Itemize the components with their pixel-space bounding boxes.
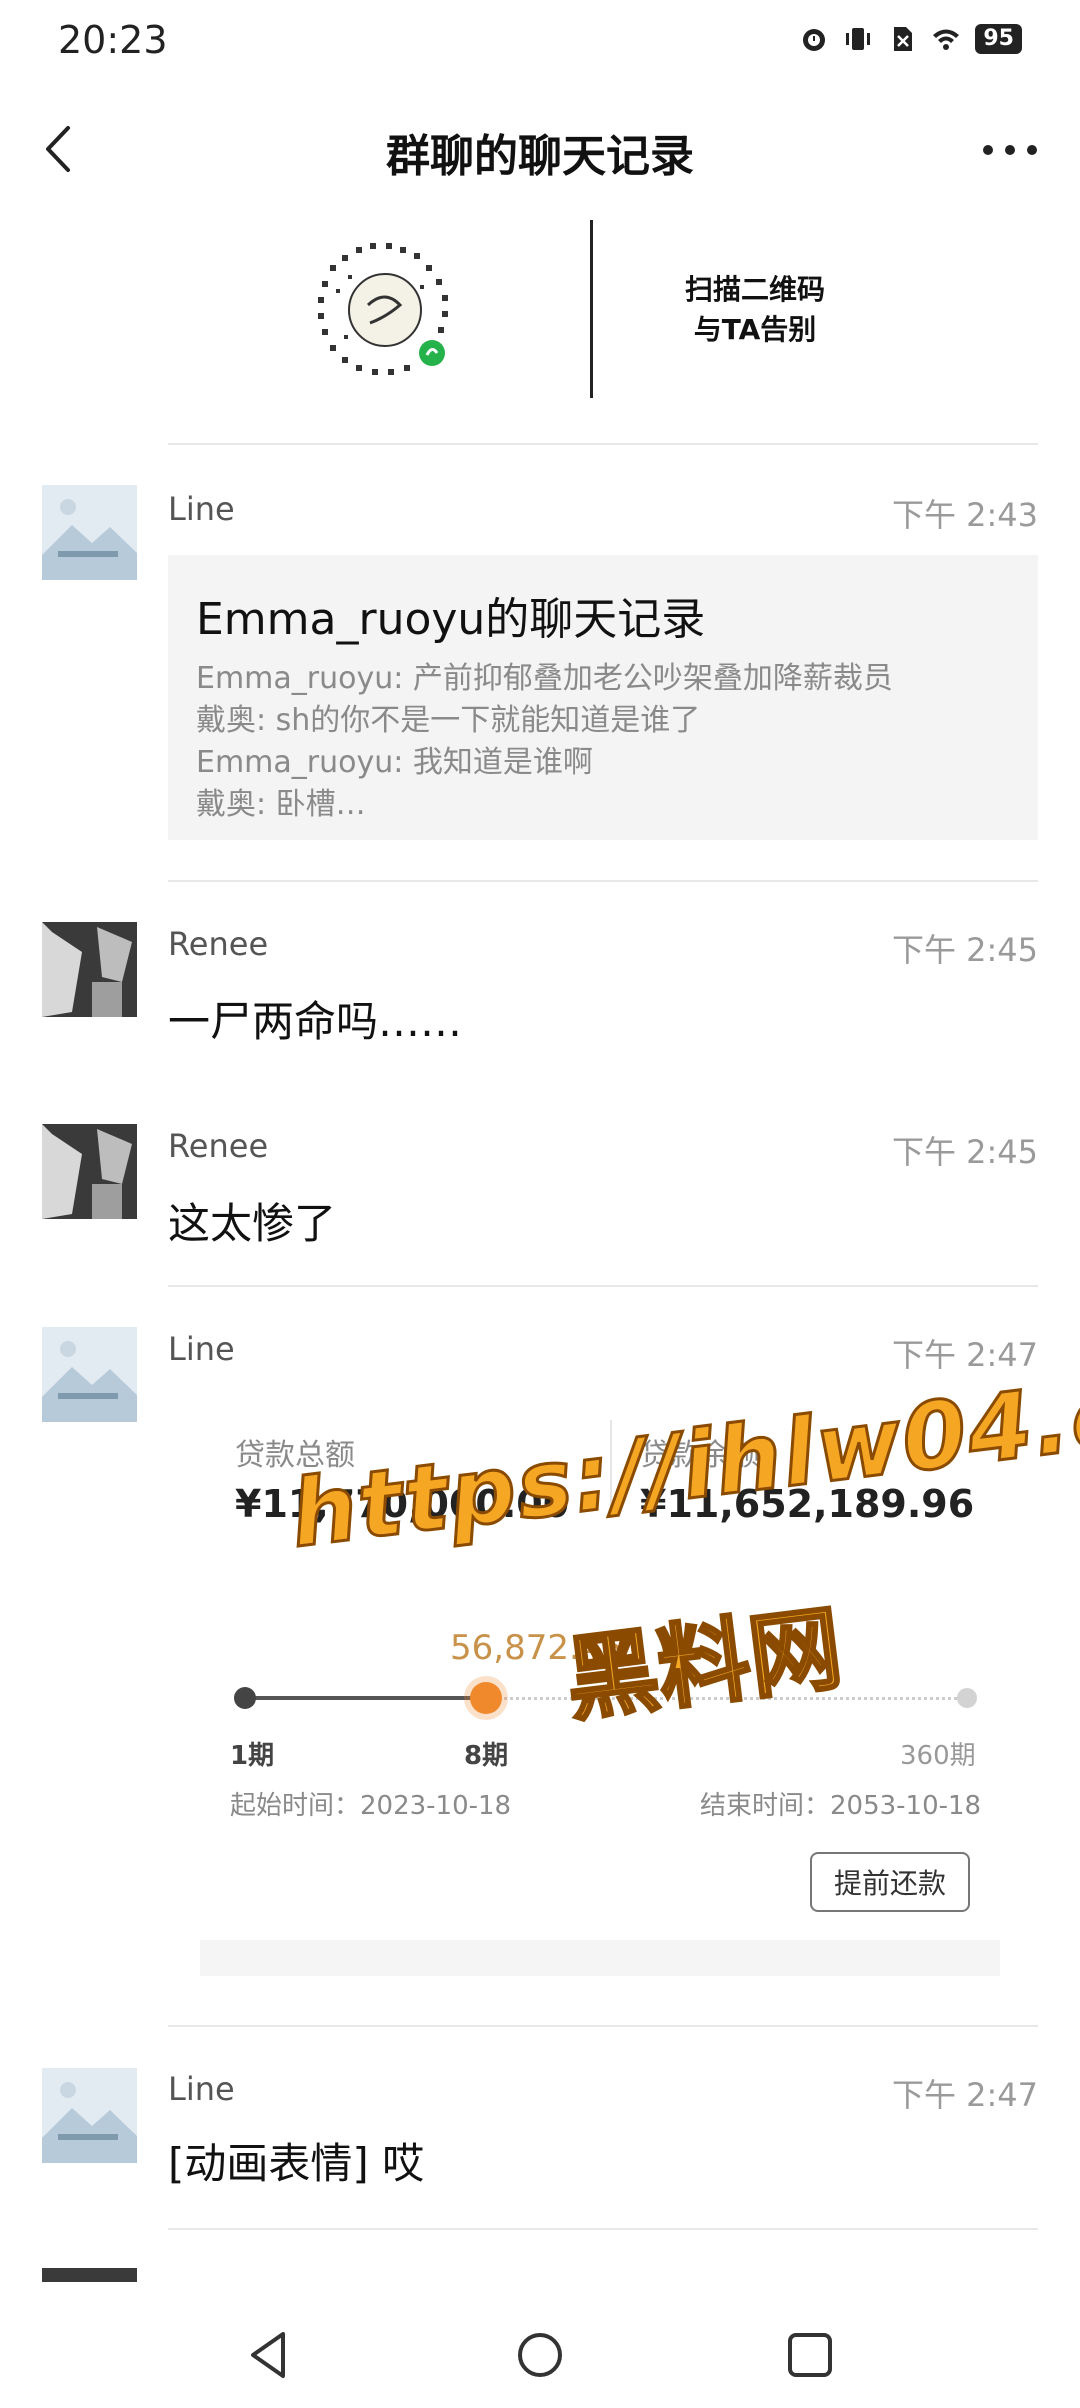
status-bar: 20:23 95: [0, 0, 1080, 80]
avatar[interactable]: [42, 2068, 137, 2163]
forwarded-chat-line: Emma_ruoyu: 我知道是谁啊: [196, 745, 593, 780]
status-time: 20:23: [58, 18, 168, 62]
battery-indicator: 95: [975, 24, 1022, 54]
sender-name: Line: [168, 2070, 235, 2108]
message-text: [动画表情] 哎: [168, 2139, 425, 2188]
sender-name: Renee: [168, 1127, 269, 1165]
loan-progress-track-done: [245, 1696, 485, 1700]
progress-current-dot: [470, 1682, 502, 1714]
prepay-button: 提前还款: [810, 1852, 970, 1912]
wifi-icon: [933, 29, 960, 50]
divider: [168, 443, 1038, 445]
qr-caption-line1: 扫描二维码: [684, 273, 825, 306]
loan-total-value: ¥11,770,000.00: [235, 1482, 570, 1526]
loan-screenshot-image[interactable]: 贷款总额 ¥11,770,000.00 贷款余额 ¥11,652,189.96 …: [200, 1400, 1040, 1990]
vibrate-icon: [846, 28, 871, 50]
back-button[interactable]: [30, 114, 90, 184]
loan-balance-value: ¥11,652,189.96: [640, 1482, 975, 1526]
avatar[interactable]: [42, 485, 137, 580]
forwarded-chat-line: 戴奥: sh的你不是一下就能知道是谁了: [196, 703, 701, 738]
message-text: 这太惨了: [168, 1199, 337, 1248]
message-time: 下午 2:45: [891, 1133, 1038, 1171]
loan-balance-label: 贷款余额: [640, 1438, 760, 1473]
nav-back-icon[interactable]: [235, 2320, 305, 2390]
avatar: [42, 2268, 137, 2282]
loan-separator: [610, 1420, 612, 1510]
photo-avatar-icon: [42, 1124, 137, 1219]
loan-monthly-value: 56,872.45: [450, 1628, 624, 1668]
loan-footer-bar: [200, 1940, 1000, 1976]
photo-avatar-icon: [42, 922, 137, 1017]
qr-divider: [590, 220, 593, 398]
loan-total-label: 贷款总额: [235, 1438, 355, 1473]
nav-home-icon[interactable]: [505, 2320, 575, 2390]
partial-message-row: [0, 2262, 1080, 2282]
qr-caption-line2: 与TA告别: [693, 313, 817, 346]
loan-end-date: 结束时间：2053-10-18: [700, 1791, 982, 1821]
avatar[interactable]: [42, 1124, 137, 1219]
divider: [168, 880, 1038, 882]
landscape-avatar-icon: [42, 1327, 137, 1422]
message-time: 下午 2:43: [891, 496, 1038, 534]
no-sim-icon: [894, 27, 913, 51]
progress-start-dot: [234, 1687, 256, 1709]
system-nav-bar: [0, 2290, 1080, 2408]
period-current: 8期: [464, 1741, 509, 1771]
more-dots-icon: [983, 145, 1037, 155]
sender-name: Line: [168, 490, 235, 528]
period-end: 360期: [900, 1741, 976, 1771]
page-title: 群聊的聊天记录: [386, 131, 694, 182]
divider: [168, 2025, 1038, 2027]
mini-program-qr-code[interactable]: [300, 225, 470, 395]
forwarded-chat-title: Emma_ruoyu的聊天记录: [196, 594, 706, 645]
qr-caption: 扫描二维码 与TA告别: [650, 270, 860, 350]
period-start: 1期: [230, 1741, 275, 1771]
forwarded-chat-line: 戴奥: 卧槽…: [196, 787, 366, 822]
status-icons: 95: [799, 24, 1022, 54]
forwarded-chat-line: Emma_ruoyu: 产前抑郁叠加老公吵架叠加降薪裁员: [196, 661, 893, 696]
loan-start-date: 起始时间：2023-10-18: [230, 1791, 512, 1821]
message-time: 下午 2:45: [891, 931, 1038, 969]
chevron-left-icon: [46, 126, 70, 172]
message-time: 下午 2:47: [891, 1336, 1038, 1374]
forwarded-chat-card[interactable]: Emma_ruoyu的聊天记录 Emma_ruoyu: 产前抑郁叠加老公吵架叠加…: [168, 555, 1038, 840]
avatar[interactable]: [42, 922, 137, 1017]
sender-name: Renee: [168, 925, 269, 963]
progress-end-dot: [957, 1688, 977, 1708]
divider: [168, 2228, 1038, 2230]
avatar[interactable]: [42, 1327, 137, 1422]
more-options-button[interactable]: [970, 114, 1050, 184]
landscape-avatar-icon: [42, 2068, 137, 2163]
message-text: 一尸两命吗……: [168, 997, 463, 1046]
message-time: 下午 2:47: [891, 2076, 1038, 2114]
nav-recents-icon[interactable]: [775, 2320, 845, 2390]
divider: [168, 1285, 1038, 1287]
landscape-avatar-icon: [42, 485, 137, 580]
sender-name: Line: [168, 1330, 235, 1368]
qr-banner: 扫描二维码 与TA告别: [300, 220, 860, 400]
top-nav-bar: 群聊的聊天记录: [0, 90, 1080, 210]
loan-progress-track-remaining: [485, 1697, 965, 1700]
alarm-icon: [803, 29, 826, 51]
